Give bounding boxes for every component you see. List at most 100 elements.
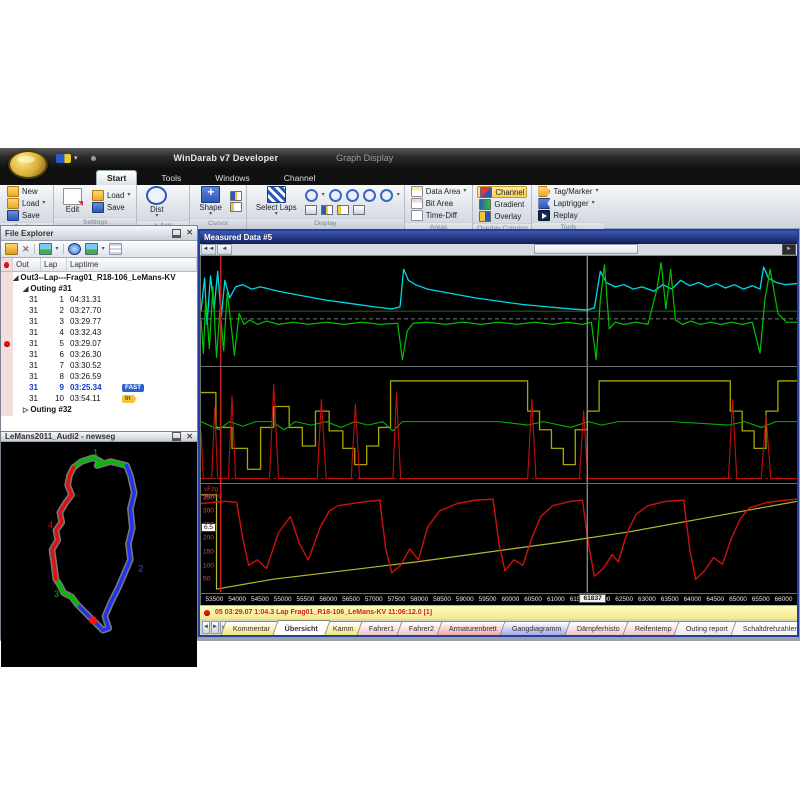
tab-nav-next-button[interactable]: ►: [211, 621, 219, 634]
bit-area-button[interactable]: Bit Area: [409, 198, 469, 209]
lap-row[interactable]: 31603:26.30: [1, 349, 197, 360]
zoom-fit-icon[interactable]: [363, 189, 376, 202]
outing-group-row[interactable]: ▷Outing #32: [1, 404, 197, 415]
globe-icon[interactable]: [68, 243, 81, 255]
time-diff-button[interactable]: Time-Diff: [409, 210, 469, 221]
lap-row[interactable]: 31903:25.34FAST: [1, 382, 197, 393]
measured-data-window: Measured Data #5 ◄◄ ◄ ► vFzg [km/h] 6.5 …: [198, 229, 799, 637]
time-diff-icon: [411, 210, 423, 221]
measured-data-titlebar[interactable]: Measured Data #5: [200, 231, 797, 244]
cursor-option-icon[interactable]: [230, 191, 242, 201]
dropdown-caret-icon: ▾: [209, 212, 212, 217]
layout-split-icon[interactable]: [321, 205, 333, 215]
close-icon[interactable]: ✕: [186, 433, 193, 441]
graph-view-icon[interactable]: [39, 243, 52, 255]
layout-half-icon[interactable]: [337, 205, 349, 215]
shape-button[interactable]: Shape▾: [194, 186, 227, 217]
lap-row[interactable]: 31104:31.31: [1, 294, 197, 305]
lap-row[interactable]: 31303:29.77: [1, 316, 197, 327]
y-axis-tick: 50: [203, 576, 210, 583]
dropdown-caret-icon: ▾: [56, 247, 59, 252]
gradient-coloring-button[interactable]: Gradient: [477, 199, 527, 210]
zoom-select-icon[interactable]: [305, 189, 318, 202]
remove-file-icon[interactable]: ✕: [22, 244, 30, 255]
tab-nav-prev-button[interactable]: ◄: [202, 621, 210, 634]
app-menu-orb[interactable]: [8, 150, 48, 179]
scrollbar-thumb[interactable]: [534, 244, 637, 254]
worksheet-tab--bersicht[interactable]: Übersicht: [272, 620, 331, 635]
layout-grid-icon[interactable]: [353, 205, 365, 215]
chart-panel-gear-brake[interactable]: [200, 367, 797, 484]
lap-row[interactable]: 311003:54.11In: [1, 393, 197, 404]
worksheet-tab-gangdiagramm[interactable]: Gangdiagramm: [500, 621, 575, 635]
tab-tools[interactable]: Tools: [151, 171, 191, 185]
expander-icon[interactable]: ◢: [13, 275, 18, 282]
close-icon[interactable]: ✕: [186, 229, 193, 237]
quick-access-flag-icon[interactable]: [56, 154, 71, 163]
expander-icon[interactable]: ▷: [23, 407, 28, 414]
lap-row[interactable]: 31803:26.59: [1, 371, 197, 382]
quick-access-caret-icon[interactable]: ▾: [74, 154, 78, 162]
open-file-icon[interactable]: [5, 243, 18, 255]
group-label-cursor: Cursor: [190, 218, 246, 229]
pin-icon[interactable]: [172, 432, 181, 441]
lap-row[interactable]: 31403:32.43: [1, 327, 197, 338]
overlay-coloring-icon: [479, 211, 491, 222]
cursor-option-icon[interactable]: [230, 202, 242, 212]
chart-panel-vfzg[interactable]: vFzg [km/h] 6.5 35030025020015010050: [200, 484, 797, 592]
x-axis-tick: 55000: [271, 596, 294, 603]
measured-data-title: Measured Data #5: [204, 233, 272, 242]
zoom-in-icon[interactable]: [329, 189, 342, 202]
scroll-far-left-button[interactable]: ◄◄: [201, 244, 216, 255]
x-axis-tick: 59000: [453, 596, 476, 603]
data-area-button[interactable]: Data Area▾: [409, 186, 469, 197]
worksheet-tab-schaltdrehzahlen[interactable]: Schaltdrehzahlen: [731, 621, 797, 635]
map-view-icon[interactable]: [85, 243, 98, 255]
lap-row[interactable]: 31203:27.70: [1, 305, 197, 316]
x-axis-tick: 58000: [408, 596, 431, 603]
save-settings-button[interactable]: Save: [90, 202, 132, 213]
table-view-icon[interactable]: [109, 243, 122, 255]
dropdown-caret-icon: ▾: [275, 212, 278, 217]
laptrigger-button[interactable]: Laptrigger▾: [536, 198, 600, 209]
tag-icon: [538, 186, 550, 197]
dropdown-caret-icon: ▾: [592, 201, 595, 206]
overlay-coloring-button[interactable]: Overlay: [477, 211, 527, 222]
graph-scrollbar[interactable]: ◄◄ ◄ ►: [200, 244, 797, 256]
x-axis-tick: 63000: [636, 596, 659, 603]
lap-row[interactable]: 31503:29.07: [1, 338, 197, 349]
dropdown-caret-icon: ▾: [127, 193, 130, 198]
scroll-left-button[interactable]: ◄: [217, 244, 232, 255]
tab-windows[interactable]: Windows: [205, 171, 259, 185]
group-label-display: Display: [247, 218, 404, 229]
scroll-right-button[interactable]: ►: [782, 244, 796, 255]
screenshot-canvas: ▾ WinDarab v7 Developer Graph Display St…: [0, 0, 800, 800]
file-root-row[interactable]: ◢Out3--Lap---Frag01_R18-106_LeMans-KV: [1, 272, 197, 283]
tab-start[interactable]: Start: [96, 170, 137, 185]
chart-panel-speeds[interactable]: [200, 256, 797, 367]
replay-play-icon: [538, 210, 550, 221]
group-desktop: New Load▾ Save Desktop: [1, 185, 54, 228]
zoom-time-icon[interactable]: [380, 189, 393, 202]
x-axis-tick: 53500: [203, 596, 226, 603]
channel-coloring-button[interactable]: Channel: [477, 186, 527, 198]
load-button[interactable]: Load▾: [5, 198, 47, 209]
tag-marker-button[interactable]: Tag/Marker▾: [536, 186, 600, 197]
edit-settings-button[interactable]: Edit: [58, 188, 87, 214]
tab-channel[interactable]: Channel: [274, 171, 326, 185]
title-bar: ▾ WinDarab v7 Developer Graph Display: [0, 148, 800, 168]
steering-wheel-icon: [146, 186, 167, 205]
pin-icon[interactable]: [172, 229, 181, 238]
select-laps-button[interactable]: Select Laps▾: [251, 186, 302, 217]
expander-icon[interactable]: ◢: [23, 286, 28, 293]
outing-group-row[interactable]: ◢Outing #31: [1, 283, 197, 294]
track-map[interactable]: 1234: [1, 442, 197, 667]
new-button[interactable]: New: [5, 186, 47, 197]
load-settings-button[interactable]: Load▾: [90, 190, 132, 201]
dist-button[interactable]: Dist▾: [141, 186, 172, 219]
lap-row[interactable]: 31703:30.52: [1, 360, 197, 371]
zoom-out-icon[interactable]: [346, 189, 359, 202]
layout-single-icon[interactable]: [305, 205, 317, 215]
save-button[interactable]: Save: [5, 210, 47, 221]
replay-button[interactable]: Replay: [536, 210, 600, 221]
